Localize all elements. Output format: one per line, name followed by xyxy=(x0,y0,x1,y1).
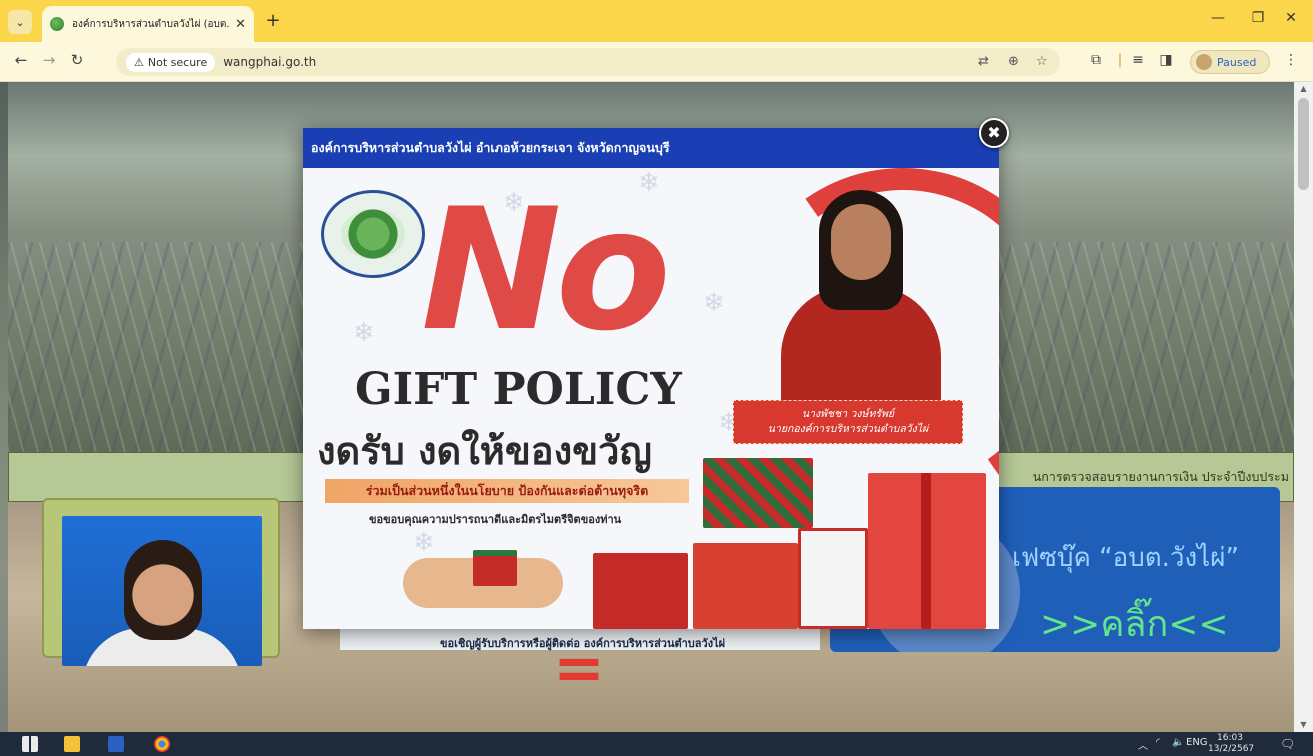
network-icon[interactable]: ◜ xyxy=(1156,737,1160,748)
extensions-icon[interactable]: ⧉ xyxy=(1086,52,1106,68)
tab-search-icon[interactable]: ⌄ xyxy=(8,10,32,34)
browser-toolbar: ← → ↻ ⚠ Not secure wangphai.go.th ⇄ ⊕ ☆ … xyxy=(0,42,1313,82)
security-label: Not secure xyxy=(147,55,208,69)
site-favicon-icon xyxy=(50,17,64,31)
profile-avatar xyxy=(1196,54,1212,70)
translate-icon[interactable]: ⇄ xyxy=(978,54,989,69)
reload-icon[interactable]: ↻ xyxy=(66,51,88,69)
poster-thai-title: งดรับ งดให้ของขวัญ xyxy=(317,429,652,473)
mayor-title: นายกองค์การบริหารส่วนตำบลวังไผ่ xyxy=(767,423,929,435)
page-scrollbar[interactable]: ▲ ▼ xyxy=(1294,82,1313,732)
poster-subhead: GIFT POLICY xyxy=(355,364,682,415)
url-text: wangphai.go.th xyxy=(223,55,317,69)
windows-start-icon[interactable] xyxy=(22,736,38,752)
security-indicator[interactable]: ⚠ Not secure xyxy=(126,52,216,72)
snowflake-icon: ❄ xyxy=(703,288,725,318)
clock-date: 13/2/2567 xyxy=(1208,744,1255,754)
file-explorer-icon[interactable] xyxy=(64,736,80,752)
gift-box xyxy=(703,458,813,528)
window-restore-button[interactable]: ❐ xyxy=(1243,10,1273,26)
scroll-up-icon[interactable]: ▲ xyxy=(1294,82,1313,96)
profile-status: Paused xyxy=(1217,55,1257,69)
side-panel-icon[interactable]: ◨ xyxy=(1156,52,1176,68)
warning-triangle-icon: ⚠ xyxy=(134,55,144,69)
back-arrow-icon[interactable]: ← xyxy=(10,51,32,69)
word-icon[interactable] xyxy=(108,736,124,752)
tray-overflow-icon[interactable]: ︿ xyxy=(1138,737,1148,752)
toolbar-divider: | xyxy=(1117,52,1123,68)
gift-box xyxy=(798,528,868,629)
facebook-click-label[interactable]: >>คลิ๊ก<< xyxy=(1040,595,1229,652)
photo-face xyxy=(124,540,202,640)
volume-icon[interactable]: 🔈 xyxy=(1172,737,1184,748)
forward-arrow-icon[interactable]: → xyxy=(38,51,60,69)
chrome-icon[interactable] xyxy=(154,736,170,752)
popup-title: องค์การบริหารส่วนตำบลวังไผ่ อำเภอห้วยกระ… xyxy=(311,140,670,155)
poster-thai-banner: ร่วมเป็นส่วนหนึ่งในนโยบาย ป้องกันและต่อต… xyxy=(325,479,689,503)
popup-close-button[interactable]: ✖ xyxy=(979,118,1009,148)
portrait-face xyxy=(831,204,891,280)
clock-time: 16:03 xyxy=(1217,733,1243,743)
popup-header: องค์การบริหารส่วนตำบลวังไผ่ อำเภอห้วยกระ… xyxy=(303,128,999,168)
gift-box xyxy=(593,553,688,629)
screen: ⌄ องค์การบริหารส่วนตำบลวังไผ่ (อบต.วั ✕ … xyxy=(0,0,1313,756)
poster-headline: No xyxy=(421,172,671,368)
new-tab-button[interactable]: + xyxy=(262,10,284,31)
mayor-name: นางพัชชา วงษ์ทรัพย์ xyxy=(801,408,895,421)
scroll-down-icon[interactable]: ▼ xyxy=(1294,718,1313,732)
poster-thanks: ขอขอบคุณความปรารถนาดีและมิตรไมตรีจิตของท… xyxy=(369,513,622,526)
chief-executive-card[interactable] xyxy=(42,498,280,666)
announcement-popup: องค์การบริหารส่วนตำบลวังไผ่ อำเภอห้วยกระ… xyxy=(303,128,999,629)
gift-box-top xyxy=(473,550,517,586)
tab-strip: ⌄ องค์การบริหารส่วนตำบลวังไผ่ (อบต.วั ✕ … xyxy=(0,0,1313,42)
window-close-button[interactable]: ✕ xyxy=(1276,10,1306,26)
address-bar[interactable]: ⚠ Not secure wangphai.go.th xyxy=(116,48,1060,76)
promo-caption: ขอเชิญผู้รับบริการหรือผู้ติดต่อ องค์การบ… xyxy=(440,637,726,650)
menu-dots-icon[interactable]: ⋮ xyxy=(1281,52,1301,68)
reading-list-icon[interactable]: ≡ xyxy=(1128,52,1148,68)
ticker-text: นการตรวจสอบรายงานการเงิน ประจำปีงบประม xyxy=(1032,469,1289,484)
gift-ribbon xyxy=(921,473,931,629)
profile-button[interactable]: Paused xyxy=(1190,50,1270,74)
gift-box xyxy=(693,543,798,629)
wangphai-seal-logo xyxy=(321,190,425,278)
zoom-icon[interactable]: ⊕ xyxy=(1008,54,1019,69)
tab-wangphai[interactable]: องค์การบริหารส่วนตำบลวังไผ่ (อบต.วั ✕ xyxy=(42,6,254,42)
window-minimize-button[interactable]: — xyxy=(1203,10,1233,26)
taskbar-clock[interactable]: 16:03 13/2/2567 xyxy=(1208,733,1255,755)
notifications-icon[interactable]: 🗨 xyxy=(1280,737,1295,751)
language-indicator[interactable]: ENG xyxy=(1186,737,1208,748)
tab-close-icon[interactable]: ✕ xyxy=(235,17,246,32)
snowflake-icon: ❄ xyxy=(413,528,435,558)
scroll-thumb[interactable] xyxy=(1298,98,1309,190)
tab-title: องค์การบริหารส่วนตำบลวังไผ่ (อบต.วั xyxy=(72,18,230,30)
no-gift-policy-poster: ❄ ❄ ❄ ❄ ❄ ❄ No GIFT POLICY งดรับ งดให้ขอ… xyxy=(303,168,999,629)
mayor-name-plate: นางพัชชา วงษ์ทรัพย์ นายกองค์การบริหารส่ว… xyxy=(733,400,963,444)
snowflake-icon: ❄ xyxy=(353,318,375,348)
poster-thai-banner-text: ร่วมเป็นส่วนหนึ่งในนโยบาย ป้องกันและต่อต… xyxy=(365,483,649,498)
mayor-portrait xyxy=(781,190,941,406)
windows-taskbar: ︿ ◜ 🔈 ENG 16:03 13/2/2567 🗨 xyxy=(0,732,1313,756)
seal-emblem xyxy=(341,209,405,259)
bookmark-star-icon[interactable]: ☆ xyxy=(1036,54,1048,69)
chief-executive-photo xyxy=(62,516,262,666)
facebook-title: เฟซบุ๊ค “อบต.วังไผ่” xyxy=(1012,543,1239,573)
